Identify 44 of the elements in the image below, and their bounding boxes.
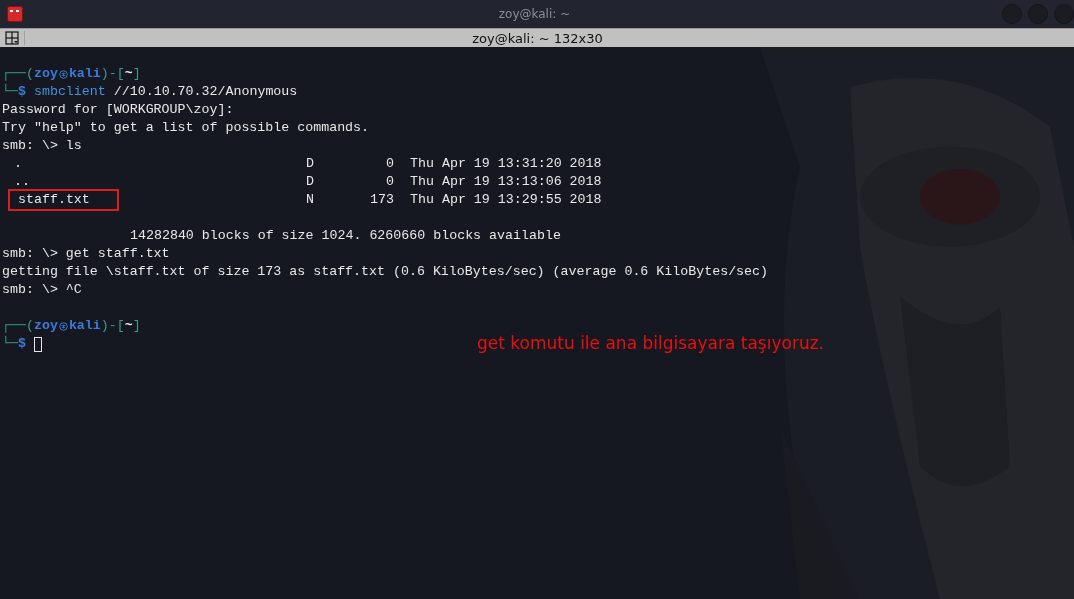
output-line: getting file \staff.txt of size 173 as staff.txt (0.6 KiloBytes/sec) (average 0.6 KiloBytes/sec)	[2, 263, 769, 281]
file-name: staff.txt	[8, 189, 119, 211]
circle-symbol-icon	[58, 321, 68, 331]
prompt-directory: ~	[124, 317, 133, 335]
output-line: Try "help" to get a list of possible commands.	[2, 119, 370, 137]
command-name: smbclient	[33, 83, 106, 101]
prompt-frame: ┌──(	[2, 65, 34, 83]
output-line: smb: \> ls	[2, 137, 82, 155]
prompt-sign: $	[17, 84, 26, 101]
window-title: zoy@kali: ~	[497, 7, 572, 21]
circle-symbol-icon	[58, 69, 68, 79]
command-arguments: //10.10.70.32/Anonymous	[113, 83, 298, 101]
output-line: 14282840 blocks of size 1024. 6260660 blocks available	[130, 227, 561, 245]
terminal-app-icon[interactable]	[7, 6, 23, 22]
file-date: Thu Apr 19 13:31:20 2018	[410, 155, 602, 173]
file-name: ..	[13, 173, 31, 191]
prompt-frame: └─	[2, 335, 18, 353]
prompt-host: kali	[68, 317, 101, 335]
file-type: N	[306, 191, 314, 209]
output-line: Password for [WORKGROUP\zoy]:	[2, 101, 234, 119]
prompt-frame: └─	[2, 83, 18, 101]
prompt-frame: ┌──(	[2, 317, 34, 335]
prompt-directory: ~	[124, 65, 133, 83]
file-size: 0	[385, 155, 394, 173]
file-name: .	[13, 155, 23, 173]
output-line: smb: \> ^C	[2, 281, 82, 299]
prompt-host: kali	[68, 65, 101, 83]
prompt-frame: )-[	[100, 65, 125, 83]
prompt-user: zoy	[33, 65, 58, 83]
file-size: 173	[369, 191, 394, 209]
output-line: smb: \> get staff.txt	[2, 245, 170, 263]
prompt-frame: )-[	[100, 317, 125, 335]
prompt-frame: ]	[132, 65, 141, 83]
prompt-user: zoy	[33, 317, 58, 335]
prompt-sign: $	[17, 336, 26, 353]
annotation-text: get komutu ile ana bilgisayara taşıyoruz.	[477, 333, 824, 353]
prompt-frame: ]	[132, 317, 141, 335]
file-type: D	[306, 155, 314, 173]
file-type: D	[306, 173, 314, 191]
terminal-title: zoy@kali: ~ 132x30	[471, 30, 604, 46]
file-date: Thu Apr 19 13:29:55 2018	[410, 191, 602, 209]
file-date: Thu Apr 19 13:13:06 2018	[410, 173, 602, 191]
layout-menu-icon[interactable]	[5, 31, 25, 45]
file-size: 0	[385, 173, 394, 191]
